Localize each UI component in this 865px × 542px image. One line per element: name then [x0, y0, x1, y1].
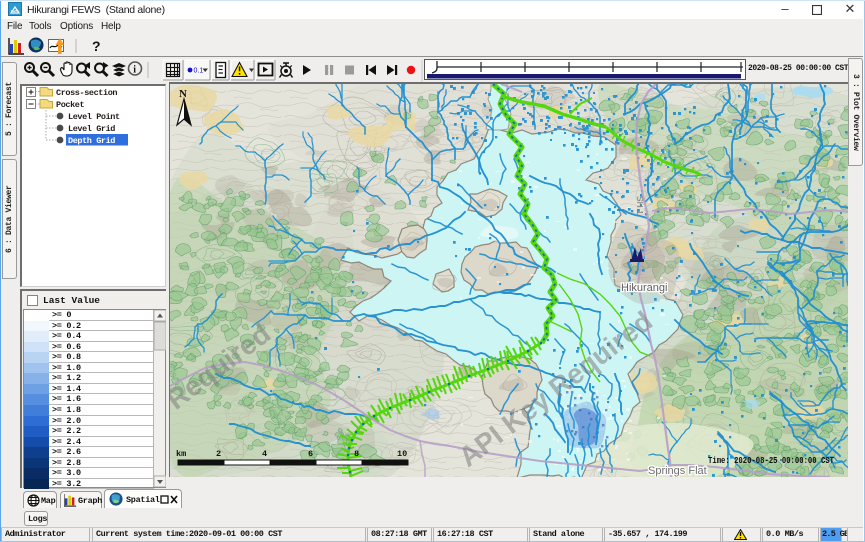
- svg-text:Pocket: Pocket: [56, 100, 85, 110]
- svg-text:2: 2: [216, 449, 221, 459]
- svg-text:i: i: [133, 65, 136, 76]
- svg-text:Depth Grid: Depth Grid: [68, 136, 115, 146]
- svg-text:Time: 2020-08-25 00:00:00 CST: Time: 2020-08-25 00:00:00 CST: [708, 456, 834, 466]
- svg-text:Springs Flat: Springs Flat: [648, 465, 707, 477]
- svg-text:km: km: [176, 449, 186, 459]
- svg-text:N: N: [179, 88, 187, 100]
- svg-text:Hikurangi: Hikurangi: [621, 282, 667, 294]
- svg-text:Cross-section: Cross-section: [56, 88, 117, 98]
- svg-text:Level Point: Level Point: [68, 112, 120, 122]
- svg-text:4: 4: [262, 449, 267, 459]
- svg-text:6: 6: [308, 449, 313, 459]
- svg-text:10: 10: [397, 449, 407, 459]
- svg-text:SH 1: SH 1: [635, 196, 645, 215]
- svg-text:?: ?: [92, 38, 101, 54]
- svg-text:Level Grid: Level Grid: [68, 124, 115, 134]
- svg-text:0.1: 0.1: [194, 68, 204, 75]
- svg-text:8: 8: [354, 449, 359, 459]
